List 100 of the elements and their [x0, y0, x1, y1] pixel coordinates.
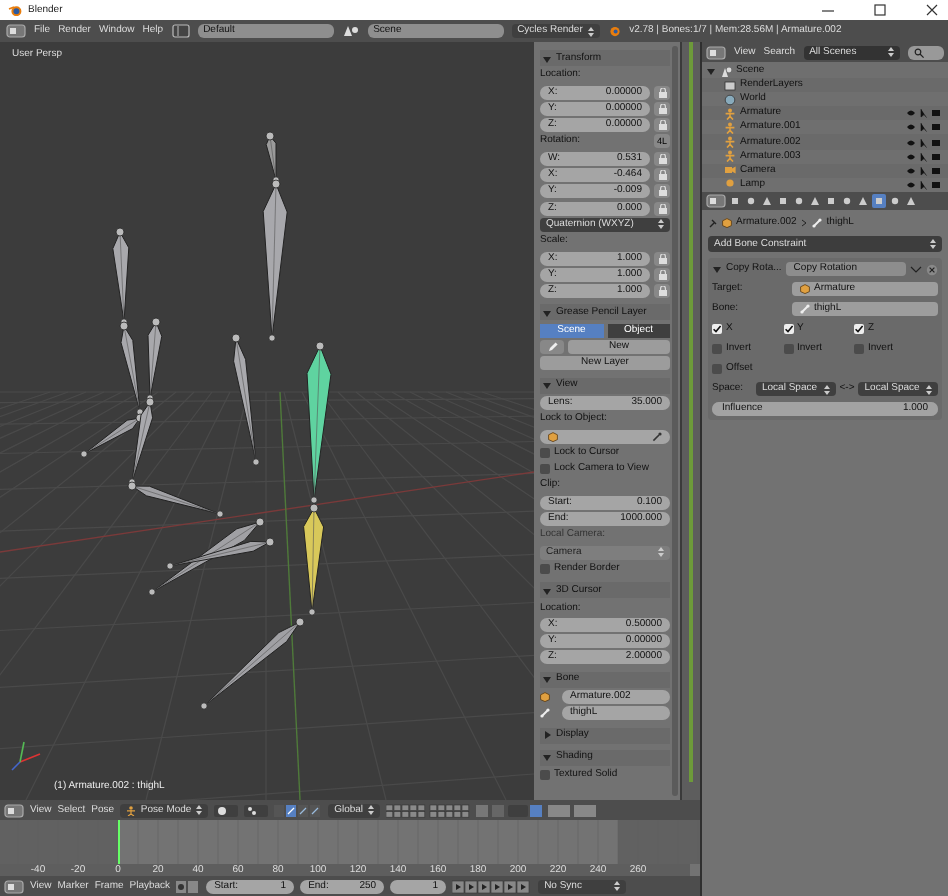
lock-button[interactable]	[654, 251, 670, 266]
bone-icon	[812, 218, 823, 228]
properties-tab[interactable]	[744, 194, 758, 208]
properties-tab[interactable]	[808, 194, 822, 208]
editor-type-icon[interactable]	[6, 24, 26, 38]
minimize-icon[interactable]	[820, 4, 836, 16]
eyedropper-icon	[652, 431, 662, 442]
cube-icon	[548, 431, 558, 442]
lock-icon	[657, 120, 667, 131]
properties-tab[interactable]	[792, 194, 806, 208]
pin-icon[interactable]	[708, 218, 718, 228]
lock-button[interactable]	[654, 85, 670, 100]
scene-icon[interactable]	[341, 24, 360, 38]
editor-type-icon[interactable]	[706, 45, 726, 59]
restrict-toggles-icon[interactable]	[906, 151, 942, 162]
camera-icon	[724, 164, 736, 177]
manipulator-icons[interactable]	[274, 803, 323, 817]
toggle-icon[interactable]	[910, 264, 922, 274]
properties-tab[interactable]	[856, 194, 870, 208]
lock-button[interactable]	[654, 201, 670, 216]
cube-icon	[540, 691, 550, 702]
updown-arrows-icon	[887, 46, 894, 58]
editor-type-icon[interactable]	[706, 194, 726, 208]
render-layers-icon	[724, 79, 736, 92]
checkbox[interactable]	[540, 770, 550, 781]
bone-icon	[800, 304, 810, 314]
lock-icon	[657, 286, 667, 297]
restrict-toggles-icon[interactable]	[906, 122, 942, 133]
pencil-button[interactable]	[540, 340, 564, 355]
search-field[interactable]	[907, 45, 944, 59]
updown-arrows-icon	[823, 383, 830, 395]
lock-button[interactable]	[654, 184, 670, 199]
area-divider-icon	[688, 42, 694, 782]
pose-icon	[126, 805, 137, 815]
properties-tab[interactable]	[728, 194, 742, 208]
checkbox[interactable]	[540, 464, 550, 475]
lock-button[interactable]	[654, 168, 670, 183]
lock-button[interactable]	[654, 118, 670, 133]
lock-icon	[657, 103, 667, 114]
restrict-toggles-icon[interactable]	[906, 108, 942, 119]
lock-icon	[657, 203, 667, 214]
properties-tab[interactable]	[888, 194, 902, 208]
record-icons[interactable]	[176, 879, 201, 893]
chevron-icon	[800, 218, 809, 228]
properties-tab[interactable]	[904, 194, 918, 208]
pencil-icon	[547, 342, 557, 353]
out-of-range-shade	[618, 820, 700, 864]
pivot-dropdown-icon[interactable]	[244, 803, 269, 817]
object-field[interactable]	[540, 429, 670, 444]
updown-arrows-icon	[196, 804, 203, 816]
lock-icon	[657, 170, 667, 181]
checkbox[interactable]	[712, 364, 722, 374]
checkbox[interactable]	[783, 344, 793, 354]
toolbar-icons[interactable]	[476, 803, 597, 817]
cube-icon	[800, 284, 810, 294]
lock-button[interactable]	[654, 267, 670, 282]
checkbox[interactable]	[712, 344, 722, 354]
search-icon	[913, 47, 924, 57]
checkbox[interactable]	[712, 324, 722, 334]
checkbox[interactable]	[540, 447, 550, 458]
blender-logo-icon	[8, 4, 22, 16]
properties-tab[interactable]	[776, 194, 790, 208]
shading-dropdown-icon[interactable]	[214, 803, 239, 817]
cube-icon	[722, 218, 732, 228]
properties-tab[interactable]	[824, 194, 838, 208]
updown-arrows-icon	[658, 218, 664, 231]
maximize-icon[interactable]	[872, 4, 888, 16]
lock-icon	[657, 87, 667, 98]
axis-gizmo-icon	[11, 741, 41, 771]
blender-logo-icon	[607, 24, 622, 38]
checkbox[interactable]	[783, 324, 793, 334]
playback-controls[interactable]	[452, 879, 533, 893]
checkbox[interactable]	[540, 563, 550, 574]
checkbox[interactable]	[854, 344, 864, 354]
layer-buttons-drawing[interactable]	[386, 803, 471, 817]
lock-button[interactable]	[654, 284, 670, 299]
screen-layout-icon[interactable]	[171, 24, 190, 38]
lamp-icon	[724, 178, 736, 191]
restrict-toggles-icon[interactable]	[906, 165, 942, 176]
close-icon[interactable]	[924, 4, 940, 16]
lock-icon	[657, 186, 667, 197]
lock-icon	[657, 269, 667, 280]
scrollbar[interactable]	[672, 46, 678, 796]
globe-icon	[724, 93, 736, 106]
properties-tab[interactable]	[840, 194, 854, 208]
editor-type-icon[interactable]	[4, 879, 24, 893]
properties-tab[interactable]	[872, 194, 886, 208]
lock-button[interactable]	[654, 101, 670, 116]
updown-arrows-icon	[926, 383, 933, 395]
armature-drawing[interactable]	[80, 131, 332, 710]
restrict-toggles-icon[interactable]	[906, 137, 942, 148]
checkbox[interactable]	[854, 324, 864, 334]
lock-icon	[657, 253, 667, 264]
editor-type-icon[interactable]	[4, 803, 24, 817]
updown-arrows-icon	[368, 804, 375, 816]
out-of-range-shade	[0, 820, 118, 864]
updown-arrows-icon	[587, 25, 594, 37]
restrict-toggles-icon[interactable]	[906, 179, 942, 190]
lock-button[interactable]	[654, 151, 670, 166]
properties-tab[interactable]	[760, 194, 774, 208]
